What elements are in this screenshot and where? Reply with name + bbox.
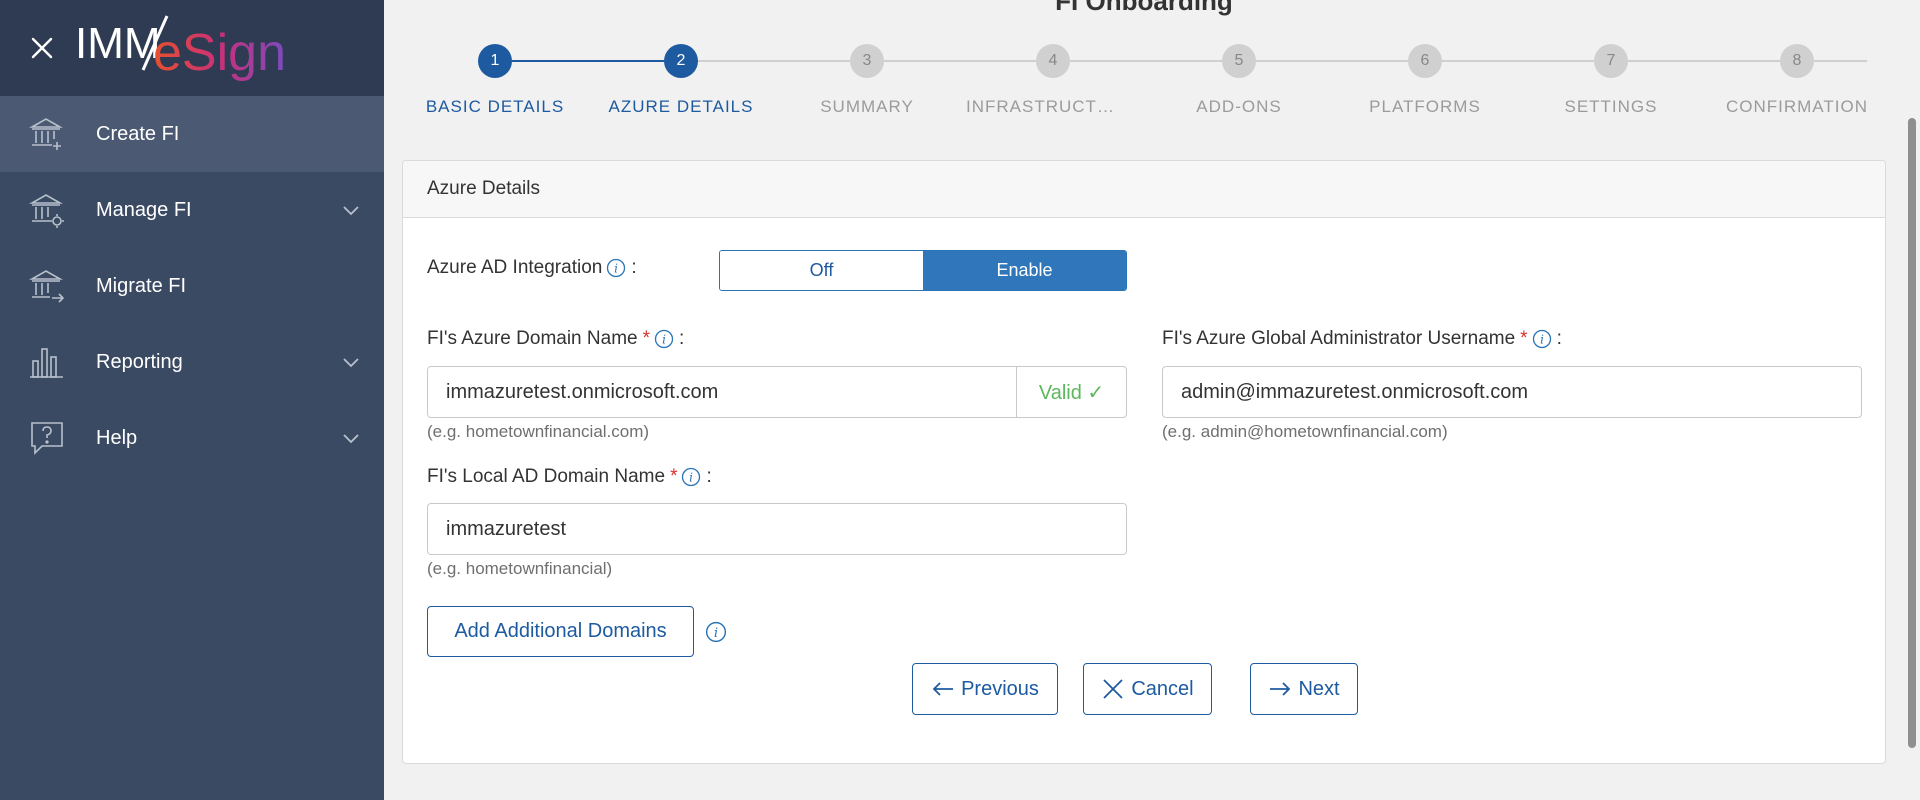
cancel-label: Cancel: [1131, 677, 1194, 700]
svg-text:i: i: [614, 262, 618, 276]
bank-arrow-icon: [28, 270, 65, 303]
add-additional-domains-button[interactable]: Add Additional Domains: [427, 606, 694, 657]
step-3-circle: 3: [850, 44, 884, 78]
step-2-label[interactable]: AZURE DETAILS: [591, 97, 771, 117]
step-6-circle: 6: [1408, 44, 1442, 78]
required-marker: *: [670, 466, 678, 487]
admin-username-field[interactable]: admin@immazuretest.onmicrosoft.com: [1162, 366, 1862, 418]
bank-gear-icon: [28, 194, 64, 228]
step-6-label: PLATFORMS: [1369, 97, 1481, 116]
local-domain-label: FI's Local AD Domain Name * i :: [427, 466, 712, 488]
scrollbar[interactable]: [1904, 0, 1920, 800]
step-1-label[interactable]: BASIC DETAILS: [405, 97, 585, 117]
ad-integration-label-text: Azure AD Integration: [427, 257, 603, 278]
info-icon[interactable]: i: [1532, 329, 1552, 349]
card-title: Azure Details: [403, 161, 1885, 218]
local-domain-label-text: FI's Local AD Domain Name: [427, 466, 666, 487]
step-4-circle: 4: [1036, 44, 1070, 78]
colon: :: [679, 328, 685, 349]
sidebar-item-label: Create FI: [96, 122, 180, 145]
sidebar-item-label: Manage FI: [96, 198, 192, 221]
svg-text:i: i: [714, 626, 718, 641]
local-domain-hint: (e.g. hometownfinancial): [427, 559, 613, 578]
step-2-circle[interactable]: 2: [664, 44, 698, 78]
valid-badge: Valid ✓: [1016, 367, 1126, 417]
chevron-down-icon: [343, 206, 359, 216]
chevron-down-icon: [343, 434, 359, 444]
previous-label: Previous: [961, 677, 1039, 700]
main-content: FI Onboarding 1 2 3 4 5 6 7 8 BASIC DETA…: [384, 0, 1904, 800]
close-icon: [1103, 679, 1123, 699]
step-7-label: SETTINGS: [1564, 97, 1658, 116]
step-3-label: SUMMARY: [820, 97, 914, 116]
bank-plus-icon: [28, 118, 64, 150]
svg-text:i: i: [690, 471, 694, 485]
colon: :: [1556, 328, 1562, 349]
step-5-label: ADD-ONS: [1196, 97, 1282, 116]
azure-domain-hint: (e.g. hometownfinancial.com): [427, 422, 650, 441]
sidebar-item-label: Help: [96, 426, 138, 449]
svg-text:i: i: [662, 333, 666, 347]
step-8-circle: 8: [1780, 44, 1814, 78]
step-connector: [495, 60, 681, 62]
previous-button[interactable]: Previous: [912, 663, 1058, 715]
info-icon[interactable]: i: [606, 258, 626, 278]
page-title: FI Onboarding: [1055, 0, 1233, 16]
azure-domain-label: FI's Azure Domain Name * i :: [427, 328, 684, 350]
bar-chart-icon: [30, 348, 63, 378]
next-label: Next: [1298, 677, 1340, 700]
info-icon[interactable]: i: [705, 621, 727, 643]
azure-domain-field[interactable]: immazuretest.onmicrosoft.com Valid ✓: [427, 366, 1127, 418]
ad-integration-label: Azure AD Integration i :: [427, 257, 637, 279]
azure-domain-value: immazuretest.onmicrosoft.com: [446, 380, 719, 403]
admin-username-label-text: FI's Azure Global Administrator Username: [1162, 328, 1516, 349]
local-domain-field[interactable]: immazuretest: [427, 503, 1127, 555]
admin-username-value: admin@immazuretest.onmicrosoft.com: [1181, 380, 1529, 403]
chevron-down-icon: [343, 358, 359, 368]
step-5-circle: 5: [1222, 44, 1256, 78]
sidebar-item-reporting[interactable]: Reporting: [0, 324, 384, 400]
sidebar-item-label: Migrate FI: [96, 274, 187, 297]
toggle-off-option[interactable]: Off: [720, 251, 923, 290]
help-bubble-icon: [31, 422, 63, 455]
scrollbar-thumb[interactable]: [1908, 118, 1916, 748]
cancel-button[interactable]: Cancel: [1083, 663, 1212, 715]
sidebar: IMM eSign Create FI Manage FI Migrate FI: [0, 0, 384, 800]
step-7-circle: 7: [1594, 44, 1628, 78]
next-button[interactable]: Next: [1250, 663, 1358, 715]
logo: IMM eSign: [75, 15, 286, 82]
azure-domain-label-text: FI's Azure Domain Name: [427, 328, 638, 349]
local-domain-value: immazuretest: [446, 517, 567, 540]
admin-username-label: FI's Azure Global Administrator Username…: [1162, 328, 1562, 350]
azure-details-card: Azure Details Azure AD Integration i : O…: [402, 160, 1886, 764]
colon: :: [706, 466, 712, 487]
sidebar-item-manage-fi[interactable]: Manage FI: [0, 172, 384, 248]
ad-integration-toggle[interactable]: Off Enable: [719, 250, 1127, 291]
sidebar-header: IMM eSign: [0, 0, 384, 96]
add-additional-domains-label: Add Additional Domains: [454, 620, 667, 642]
step-8-label: CONFIRMATION: [1725, 97, 1868, 116]
sidebar-item-label: Reporting: [96, 350, 183, 373]
sidebar-item-create-fi[interactable]: Create FI: [0, 96, 384, 172]
step-1-circle[interactable]: 1: [478, 44, 512, 78]
info-icon[interactable]: i: [681, 467, 701, 487]
sidebar-item-help[interactable]: Help: [0, 400, 384, 476]
arrow-left-icon: [932, 682, 954, 696]
logo-text-esign: eSign: [153, 24, 286, 82]
info-icon[interactable]: i: [654, 329, 674, 349]
admin-username-hint: (e.g. admin@hometownfinancial.com): [1162, 422, 1448, 441]
close-icon[interactable]: [28, 34, 56, 62]
toggle-enable-option[interactable]: Enable: [923, 251, 1126, 290]
arrow-right-icon: [1270, 682, 1291, 696]
svg-text:i: i: [1540, 333, 1544, 347]
required-marker: *: [642, 328, 650, 349]
step-4-label: INFRASTRUCTURE: [966, 97, 1129, 116]
sidebar-item-migrate-fi[interactable]: Migrate FI: [0, 248, 384, 324]
required-marker: *: [1520, 328, 1528, 349]
colon: :: [631, 257, 637, 278]
